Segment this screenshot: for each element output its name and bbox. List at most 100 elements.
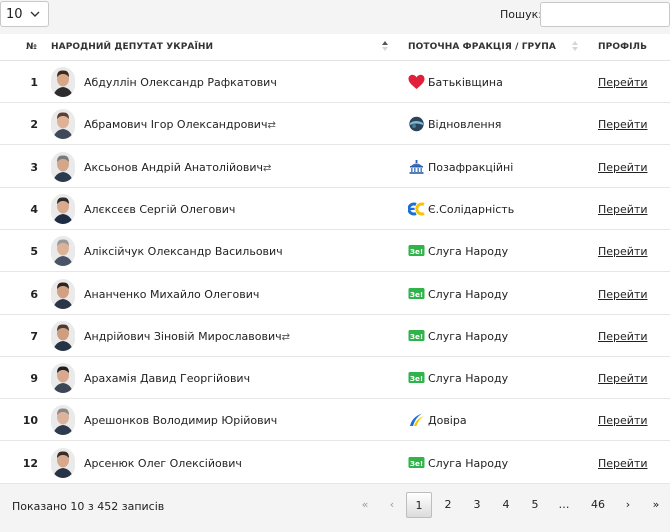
faction-change-icon: ⇄ bbox=[267, 120, 276, 132]
table-row: 1 Абдуллін Олександр Рафкатович Батьківщин… bbox=[0, 61, 670, 103]
col-header-faction[interactable]: ПОТОЧНА ФРАКЦІЯ / ГРУПА bbox=[408, 42, 556, 52]
profile-link[interactable]: Перейти bbox=[598, 457, 648, 470]
deputy-photo bbox=[51, 447, 75, 478]
ze-logo-icon: Зе! bbox=[408, 455, 425, 471]
table-row: 9 Арахамія Давид Георгійович Зе! Слуга Наро… bbox=[0, 357, 670, 400]
svg-text:Зе!: Зе! bbox=[410, 332, 423, 341]
ze-logo-icon: Зе! bbox=[408, 328, 425, 344]
profile-link[interactable]: Перейти bbox=[598, 76, 648, 89]
table-footer: Показано 10 з 452 записів « ‹ 1 2 3 4 5 … bbox=[0, 484, 670, 532]
deputy-name: Ананченко Михайло Олегович bbox=[84, 287, 260, 301]
profile-link[interactable]: Перейти bbox=[598, 245, 648, 258]
parliament-icon bbox=[408, 159, 425, 175]
table-row: 7 Андрійович Зіновій Мирославович⇄ Зе! Слуг… bbox=[0, 315, 670, 357]
chevron-down-icon bbox=[30, 11, 40, 17]
deputy-photo bbox=[51, 151, 75, 182]
sort-asc-icon[interactable] bbox=[382, 40, 388, 52]
profile-link[interactable]: Перейти bbox=[598, 161, 648, 174]
first-page-button[interactable]: « bbox=[354, 492, 376, 518]
deputy-photo bbox=[51, 236, 75, 267]
profile-link[interactable]: Перейти bbox=[598, 330, 648, 343]
table-row: 12 Арсенюк Олег Олексійович Зе! Слуга Народ… bbox=[0, 442, 670, 484]
deputy-photo bbox=[51, 67, 75, 97]
faction-name: Слуга Народу bbox=[428, 456, 509, 470]
profile-link[interactable]: Перейти bbox=[598, 372, 648, 385]
col-header-profile: ПРОФІЛЬ bbox=[598, 42, 648, 52]
page-button-3[interactable]: 3 bbox=[464, 492, 490, 518]
deputy-name: Аксьонов Андрій Анатолійович⇄ bbox=[84, 160, 272, 174]
table-controls: 10 Пошук: bbox=[0, 0, 670, 34]
es-logo-icon bbox=[407, 201, 425, 217]
page-button-4[interactable]: 4 bbox=[493, 492, 519, 518]
faction-name: Слуга Народу bbox=[428, 372, 509, 386]
svg-text:Зе!: Зе! bbox=[410, 289, 423, 298]
search-label: Пошук: bbox=[500, 8, 542, 21]
page-button-5[interactable]: 5 bbox=[522, 492, 548, 518]
faction-change-icon: ⇄ bbox=[281, 331, 290, 343]
ze-logo-icon: Зе! bbox=[408, 370, 425, 386]
row-number: 3 bbox=[30, 160, 38, 174]
deputy-name: Андрійович Зіновій Мирославович⇄ bbox=[84, 329, 290, 343]
last-page-button[interactable]: » bbox=[645, 492, 667, 518]
deputy-name: Абрамович Ігор Олександрович⇄ bbox=[84, 118, 276, 132]
deputy-photo bbox=[51, 320, 75, 351]
row-number: 12 bbox=[22, 456, 38, 470]
row-number: 7 bbox=[30, 329, 38, 343]
faction-name: Слуга Народу bbox=[428, 245, 509, 259]
row-number: 10 bbox=[22, 414, 38, 428]
deputy-name: Абдуллін Олександр Рафкатович bbox=[84, 76, 277, 89]
wave-logo-icon bbox=[408, 412, 425, 428]
svg-text:Зе!: Зе! bbox=[410, 458, 423, 467]
heart-icon bbox=[408, 74, 425, 90]
deputy-photo bbox=[51, 363, 75, 394]
faction-name: Батьківщина bbox=[428, 76, 503, 89]
faction-name: Є.Солідарність bbox=[428, 202, 515, 216]
deputy-photo bbox=[51, 278, 75, 309]
deputies-table: № НАРОДНИЙ ДЕПУТАТ УКРАЇНИ ПОТОЧНА ФРАКЦ… bbox=[0, 34, 670, 484]
row-number: 5 bbox=[30, 245, 38, 259]
page-button-46[interactable]: 46 bbox=[584, 492, 612, 518]
profile-link[interactable]: Перейти bbox=[598, 118, 648, 131]
prev-page-button[interactable]: ‹ bbox=[381, 492, 403, 518]
faction-name: Слуга Народу bbox=[428, 287, 509, 301]
deputy-photo bbox=[51, 109, 75, 140]
deputy-name: Арсенюк Олег Олексійович bbox=[84, 456, 242, 470]
profile-link[interactable]: Перейти bbox=[598, 288, 648, 301]
row-number: 2 bbox=[30, 118, 38, 132]
profile-link[interactable]: Перейти bbox=[598, 203, 648, 216]
deputy-name: Арахамія Давид Георгійович bbox=[84, 372, 251, 386]
next-page-button[interactable]: › bbox=[617, 492, 639, 518]
deputy-photo bbox=[51, 193, 75, 224]
faction-name: Відновлення bbox=[428, 118, 502, 132]
faction-name: Позафракційні bbox=[428, 160, 514, 174]
records-info: Показано 10 з 452 записів bbox=[12, 500, 165, 513]
row-number: 4 bbox=[30, 202, 38, 216]
row-number: 1 bbox=[30, 76, 38, 89]
col-header-num[interactable]: № bbox=[26, 42, 37, 52]
row-number: 6 bbox=[30, 287, 38, 301]
sort-icon[interactable] bbox=[572, 40, 578, 52]
table-row: 5 Аліксійчук Олександр Васильович Зе! Слуга… bbox=[0, 230, 670, 273]
table-row: 3 Аксьонов Андрій Анатолійович⇄ Позафракці… bbox=[0, 146, 670, 188]
table-row: 4 Алєксєєв Сергій Олегович Є.Солідарність П… bbox=[0, 188, 670, 230]
pagination-ellipsis: … bbox=[558, 498, 570, 511]
table-row: 2 Абрамович Ігор Олександрович⇄ Відновленн… bbox=[0, 103, 670, 146]
table-row: 6 Ананченко Михайло Олегович Зе! Слуга Наро… bbox=[0, 273, 670, 315]
page-button-2[interactable]: 2 bbox=[435, 492, 461, 518]
page-button-1[interactable]: 1 bbox=[406, 492, 432, 518]
search-input[interactable] bbox=[540, 2, 670, 27]
col-header-name[interactable]: НАРОДНИЙ ДЕПУТАТ УКРАЇНИ bbox=[51, 42, 213, 52]
globe-icon bbox=[408, 116, 425, 132]
faction-name: Довіра bbox=[428, 414, 467, 428]
deputy-name: Алєксєєв Сергій Олегович bbox=[84, 202, 236, 216]
table-header: № НАРОДНИЙ ДЕПУТАТ УКРАЇНИ ПОТОЧНА ФРАКЦ… bbox=[0, 34, 670, 61]
deputy-photo bbox=[51, 405, 75, 436]
faction-name: Слуга Народу bbox=[428, 329, 509, 343]
svg-text:Зе!: Зе! bbox=[410, 247, 423, 256]
page-length-value: 10 bbox=[6, 7, 23, 22]
deputy-name: Арешонков Володимир Юрійович bbox=[84, 414, 278, 428]
page-length-select[interactable]: 10 bbox=[0, 1, 49, 27]
profile-link[interactable]: Перейти bbox=[598, 414, 648, 427]
faction-change-icon: ⇄ bbox=[263, 162, 272, 174]
ze-logo-icon: Зе! bbox=[408, 286, 425, 302]
